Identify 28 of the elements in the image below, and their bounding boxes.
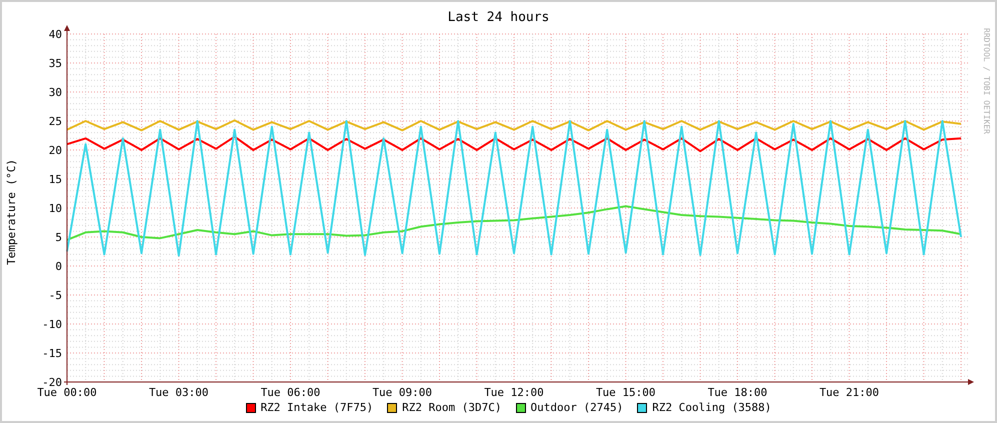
tick-label: Tue 03:00 xyxy=(148,386,209,399)
tick-label: -10 xyxy=(42,318,62,331)
tick-label: Tue 21:00 xyxy=(819,386,880,399)
tick-label: -15 xyxy=(42,347,62,360)
tick-label: 15 xyxy=(48,173,62,186)
tick-label: 5 xyxy=(55,231,62,244)
tick-label: Tue 12:00 xyxy=(484,386,544,399)
tick-label: Tue 15:00 xyxy=(596,386,656,399)
tick-label: 0 xyxy=(55,260,62,273)
legend-label: RZ2 Intake (7F75) xyxy=(260,400,374,416)
tick-label: 20 xyxy=(48,144,62,157)
tick-label: -20 xyxy=(42,376,62,389)
tick-label: Tue 18:00 xyxy=(708,386,768,399)
credit-text: RRDTOOL / TOBI OETIKER xyxy=(981,28,992,134)
tick-label: 35 xyxy=(48,57,62,70)
tick-label: 10 xyxy=(48,202,62,215)
tick-label: Tue 00:00 xyxy=(37,386,97,399)
tick-label: Tue 09:00 xyxy=(372,386,432,399)
legend-label: RZ2 Room (3D7C) xyxy=(402,400,502,416)
axis-title: Temperature (°C) xyxy=(4,159,19,265)
tick-label: Tue 06:00 xyxy=(260,386,320,399)
tick-label: -5 xyxy=(48,289,62,302)
tick-label: 25 xyxy=(48,115,62,128)
tick-label: 30 xyxy=(48,86,62,99)
legend-label: Outdoor (2745) xyxy=(530,400,624,416)
legend-label: RZ2 Cooling (3588) xyxy=(652,400,772,416)
tick-label: 40 xyxy=(48,28,62,41)
chart-title: Last 24 hours xyxy=(448,11,550,24)
